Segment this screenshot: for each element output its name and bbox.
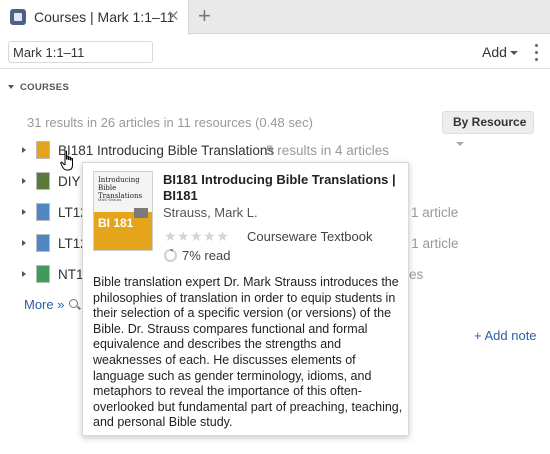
popup-author: Strauss, Mark L. [163, 205, 258, 220]
cover-author: Mark Strauss [98, 197, 122, 202]
resource-thumbnail [36, 234, 50, 252]
tab-bar: Courses | Mark 1:1–11 ✕ + [0, 0, 550, 35]
section-title: COURSES [20, 82, 70, 93]
reference-input[interactable] [8, 41, 153, 63]
publisher-logo [134, 208, 148, 218]
chevron-down-icon [509, 51, 518, 56]
toolbar: Add [0, 35, 550, 69]
popup-description: Bible translation expert Dr. Mark Straus… [93, 275, 403, 430]
cover-code: BI 181 [98, 216, 134, 230]
close-icon[interactable]: ✕ [167, 7, 180, 25]
expand-arrow-icon[interactable] [22, 240, 26, 246]
percent-read: 7% read [182, 248, 231, 263]
library-icon [10, 9, 26, 25]
popup-title[interactable]: BI181 Introducing Bible Translations | B… [163, 172, 403, 204]
sort-by-button[interactable]: By Resource [442, 111, 534, 146]
section-header[interactable]: COURSES [8, 82, 69, 93]
result-count: 5 results in 4 articles [266, 143, 390, 158]
result-title[interactable]: BI181 Introducing Bible Translations [58, 143, 274, 158]
result-count: es [409, 267, 424, 282]
result-row[interactable]: BI181 Introducing Bible Translations 5 r… [22, 141, 542, 161]
progress-ring-fill [170, 249, 174, 252]
add-button[interactable]: Add [482, 44, 518, 60]
sort-by-label: By Resource [453, 115, 527, 129]
hand-pointer-icon [60, 150, 73, 171]
resource-thumbnail [36, 203, 50, 221]
resource-popup: Introducing Bible Translations Mark Stra… [82, 162, 409, 436]
add-note-link[interactable]: + Add note [474, 328, 537, 343]
expand-arrow-icon[interactable] [22, 178, 26, 184]
tab-courses[interactable]: Courses | Mark 1:1–11 ✕ [0, 0, 189, 35]
resource-thumbnail [36, 172, 50, 190]
more-vertical-icon[interactable] [534, 44, 540, 62]
collapse-arrow-icon [8, 85, 14, 90]
add-button-label: Add [482, 44, 507, 60]
tab-title: Courses | Mark 1:1–11 [34, 9, 175, 25]
result-count: 1 article [411, 205, 459, 220]
expand-arrow-icon[interactable] [22, 271, 26, 277]
resource-thumbnail [36, 265, 50, 283]
star-icon[interactable]: ★★★★★ [164, 228, 229, 245]
expand-arrow-icon[interactable] [22, 147, 26, 153]
expand-arrow-icon[interactable] [22, 209, 26, 215]
resource-type: Courseware Textbook [247, 229, 373, 244]
resource-thumbnail [36, 141, 50, 159]
book-cover: Introducing Bible Translations Mark Stra… [93, 171, 153, 251]
plus-icon[interactable]: + [198, 3, 211, 29]
search-icon[interactable] [69, 299, 78, 308]
more-link[interactable]: More » [24, 297, 64, 312]
results-summary: 31 results in 26 articles in 11 resource… [27, 115, 313, 130]
